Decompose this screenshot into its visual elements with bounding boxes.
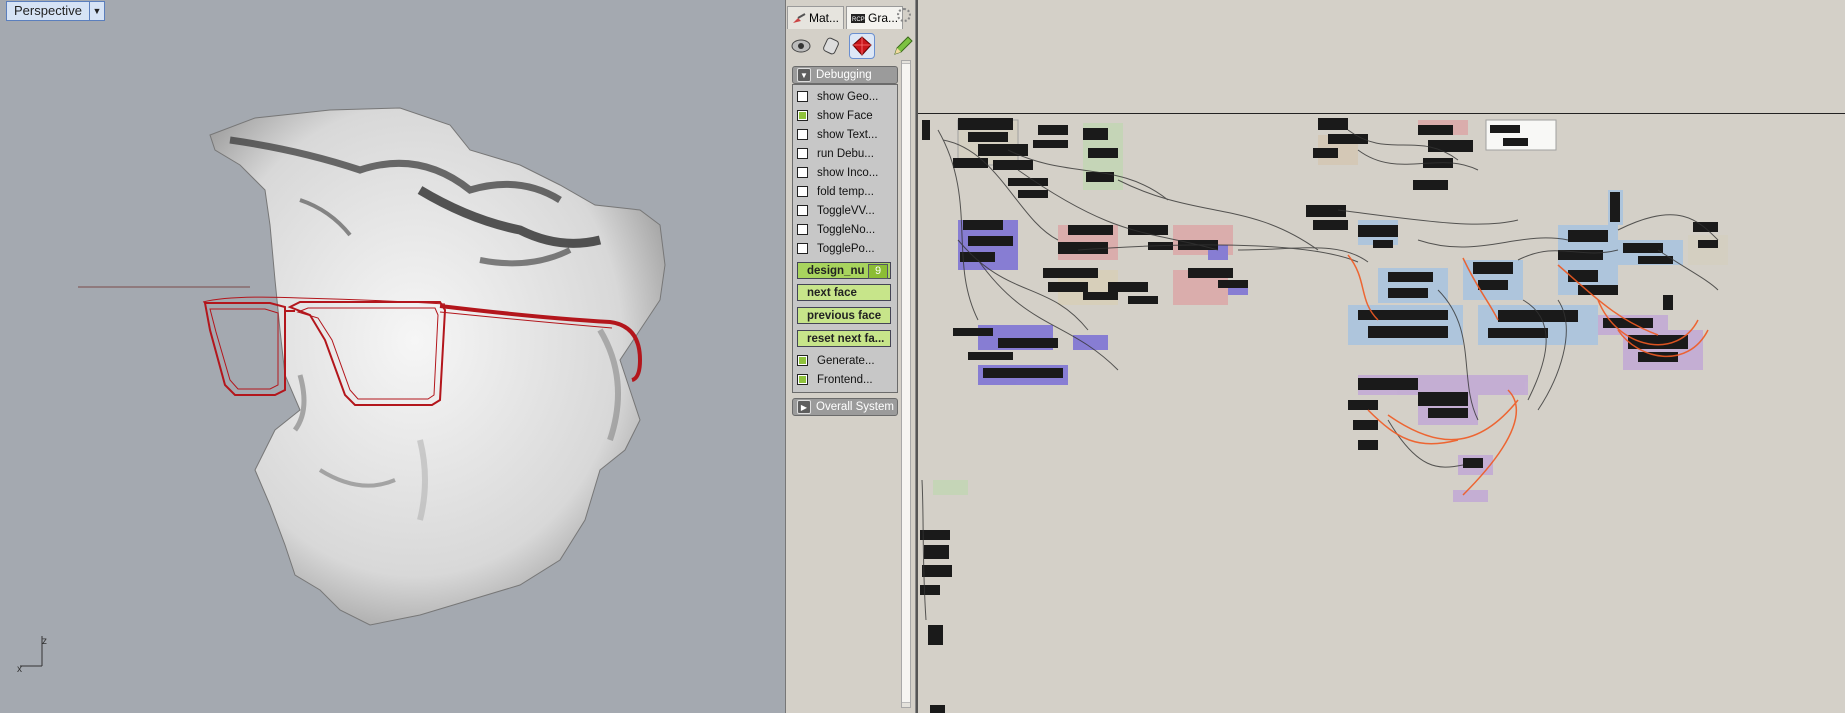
checkbox[interactable]	[797, 224, 808, 235]
checkbox-label: TogglePo...	[817, 242, 875, 255]
axis-z-label: z	[42, 636, 47, 647]
checkbox-label: Frontend...	[817, 373, 873, 386]
checkbox[interactable]	[797, 186, 808, 197]
node-graph	[920, 118, 1728, 713]
panel-toolbar	[787, 31, 917, 61]
checkbox[interactable]	[797, 355, 808, 366]
rhino-viewport[interactable]: Perspective ▼ z x	[0, 0, 786, 713]
checkbox[interactable]	[797, 205, 808, 216]
tab-label: Gra...	[868, 11, 899, 25]
gear-icon[interactable]	[897, 8, 911, 22]
panel-scrollbar[interactable]	[901, 60, 911, 708]
checkbox-row[interactable]: show Geo...	[797, 88, 893, 105]
eye-button[interactable]	[789, 34, 813, 58]
checkbox[interactable]	[797, 110, 808, 121]
eraser-button[interactable]	[819, 34, 843, 58]
checkbox[interactable]	[797, 91, 808, 102]
eraser-icon	[823, 37, 839, 55]
slider-value[interactable]: 9	[868, 264, 888, 279]
previous-face-button[interactable]: previous face	[797, 307, 891, 324]
checkbox-label: fold temp...	[817, 185, 874, 198]
svg-text:RCP: RCP	[852, 17, 865, 23]
reset-next-face-button[interactable]: reset next fa...	[797, 330, 891, 347]
checkbox[interactable]	[797, 129, 808, 140]
tab-materials[interactable]: Mat...	[787, 6, 845, 29]
checkbox-row[interactable]: Frontend...	[797, 371, 893, 388]
checkbox-row[interactable]: ToggleNo...	[797, 221, 893, 238]
axis-x-label: x	[17, 664, 22, 675]
checkbox-row[interactable]: Generate...	[797, 352, 893, 369]
checkbox-label: show Inco...	[817, 166, 879, 179]
grasshopper-canvas[interactable]	[916, 0, 1845, 713]
tab-label: Mat...	[809, 11, 840, 25]
node-groups	[933, 119, 1728, 502]
brush-icon	[793, 12, 806, 23]
grasshopper-remote-panel: Mat... RCP Gra... ▼ Debugging show Geo..…	[787, 0, 916, 713]
group-header-overall-system[interactable]: ▶ Overall System	[792, 398, 898, 416]
group-header-debugging[interactable]: ▼ Debugging	[792, 66, 898, 84]
checkbox-label: show Text...	[817, 128, 878, 141]
slider-label: design_nu	[807, 264, 865, 277]
gem-button[interactable]	[849, 33, 875, 59]
checkbox-row[interactable]: ToggleVV...	[797, 202, 893, 219]
panel-tabs: Mat... RCP Gra...	[787, 6, 915, 30]
rcp-icon: RCP	[851, 13, 866, 23]
checkbox-row[interactable]: show Face	[797, 107, 893, 124]
pencil-icon	[894, 36, 913, 55]
group-label: Overall System	[816, 401, 894, 413]
checkbox-label: ToggleNo...	[817, 223, 876, 236]
gem-icon	[852, 36, 872, 56]
chevron-down-icon: ▼	[797, 68, 811, 82]
checkbox[interactable]	[797, 148, 808, 159]
checkbox-row[interactable]: run Debu...	[797, 145, 893, 162]
checkbox[interactable]	[797, 374, 808, 385]
eye-icon	[791, 39, 811, 53]
design-number-slider[interactable]: design_nu 9	[797, 262, 891, 279]
checkbox[interactable]	[797, 243, 808, 254]
checkbox-label: ToggleVV...	[817, 204, 875, 217]
head-model-render	[78, 107, 666, 626]
tab-grasshopper[interactable]: RCP Gra...	[846, 6, 904, 29]
node-components	[920, 118, 1718, 713]
group-label: Debugging	[816, 69, 872, 81]
scrollbar-thumb[interactable]	[902, 63, 910, 703]
pencil-button[interactable]	[891, 34, 915, 58]
debugging-group-body: show Geo... show Face show Text... run D…	[792, 84, 898, 393]
checkbox-row[interactable]: show Inco...	[797, 164, 893, 181]
next-face-button[interactable]: next face	[797, 284, 891, 301]
chevron-right-icon: ▶	[797, 400, 811, 414]
checkbox-label: run Debu...	[817, 147, 874, 160]
checkbox[interactable]	[797, 167, 808, 178]
checkbox-label: show Geo...	[817, 90, 879, 103]
checkbox-row[interactable]: fold temp...	[797, 183, 893, 200]
checkbox-row[interactable]: TogglePo...	[797, 240, 893, 257]
checkbox-row[interactable]: show Text...	[797, 126, 893, 143]
checkbox-label: Generate...	[817, 354, 875, 367]
checkbox-label: show Face	[817, 109, 873, 122]
